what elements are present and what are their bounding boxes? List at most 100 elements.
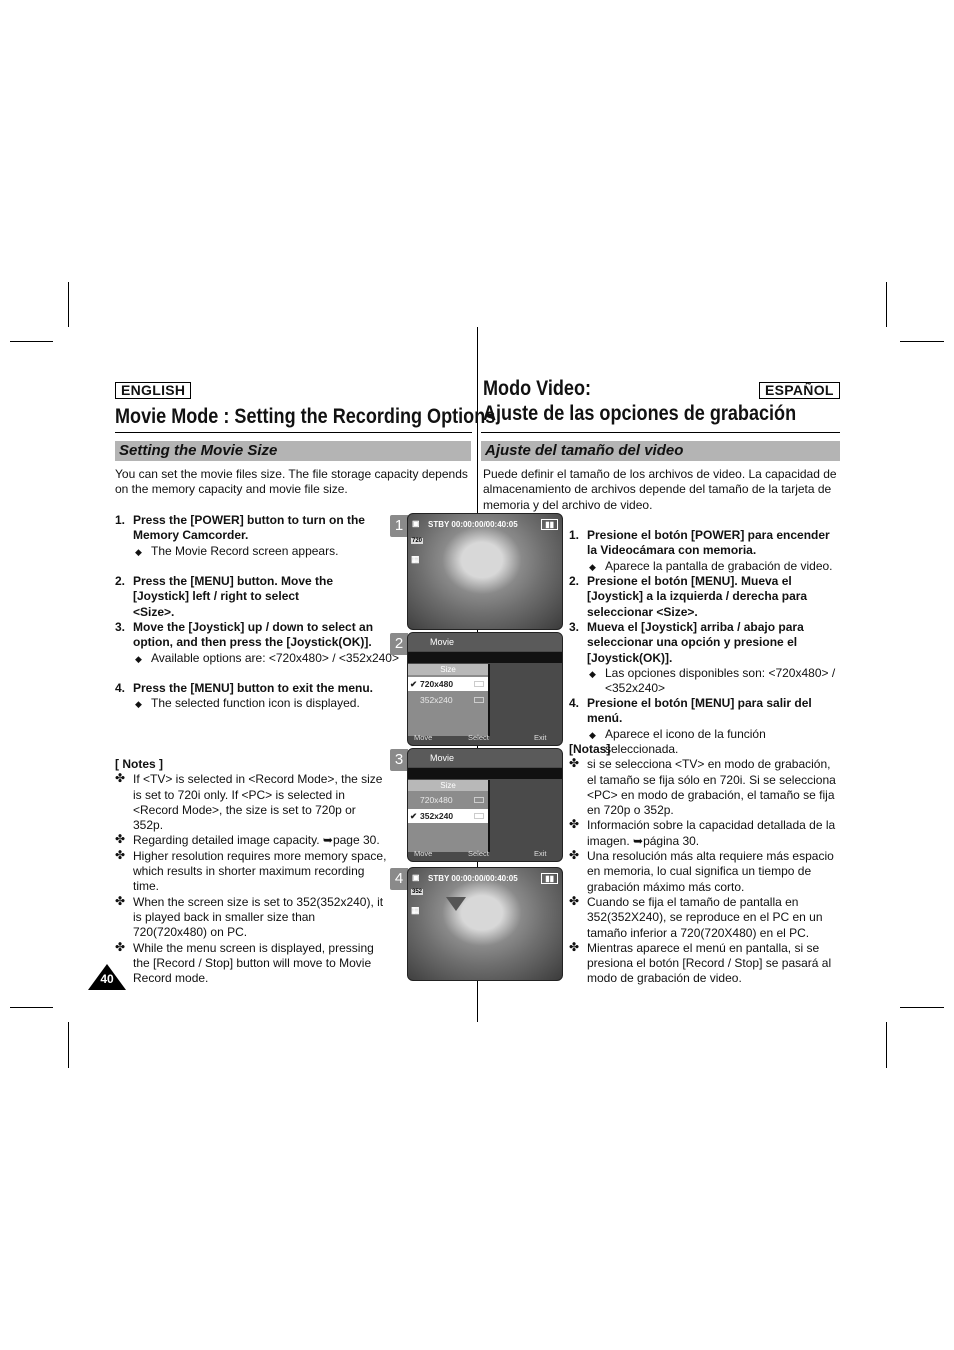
crop-mark [886, 1022, 887, 1068]
size-icon: 352 [411, 889, 424, 895]
option-720x480[interactable]: 720x480 [408, 793, 488, 807]
status-readout: STBY 00:00:00/00:40:05 [428, 520, 518, 529]
select-hint: Select [468, 849, 489, 858]
page-title-spanish-line2: Ajuste de las opciones de grabación [483, 402, 797, 425]
option-352x240[interactable]: 352x240 [408, 693, 488, 707]
header-rule [115, 432, 472, 433]
note-item: Higher resolution requires more memory s… [115, 848, 387, 895]
size-header: Size [408, 664, 488, 675]
menu-title: Movie [408, 749, 562, 767]
note-item: Mientras aparece el menú en pantalla, si… [569, 940, 841, 987]
check-icon: ✔ [410, 811, 418, 821]
screen-tab-2: 2 [390, 633, 408, 655]
step-number: 1. [115, 513, 126, 527]
battery-icon: ▮▮ [541, 519, 558, 530]
step-number: 3. [115, 620, 126, 634]
step-number: 4. [569, 696, 580, 710]
note-item: Regarding detailed image capacity. ➥page… [115, 832, 387, 848]
size-icon: 720 [411, 538, 424, 544]
crop-mark [68, 282, 69, 327]
screen-tab-4: 4 [390, 868, 408, 890]
camera-icon: ▣ [412, 873, 420, 882]
step-bullet: The selected function icon is displayed. [133, 696, 405, 713]
size-panel: Size 720x480 ✔ 352x240 [408, 780, 490, 852]
size-header: Size [408, 780, 488, 791]
size-panel: Size ✔ 720x480 352x240 [408, 664, 490, 736]
page-number: 40 [100, 972, 114, 986]
note-item: Cuando se fija el tamaño de pantalla en … [569, 894, 841, 941]
note-item: Una resolución más alta requiere más esp… [569, 848, 841, 895]
note-item: If <TV> is selected in <Record Mode>, th… [115, 771, 387, 833]
crop-mark [10, 1007, 53, 1008]
battery-icon: ▮▮ [541, 873, 558, 884]
option-720x480[interactable]: ✔ 720x480 [408, 677, 488, 691]
notes-heading: [ Notes ] [115, 757, 163, 771]
step-text: Move the [Joystick] up / down to select … [133, 620, 374, 650]
crop-mark [10, 341, 53, 342]
step-number: 4. [115, 681, 126, 695]
screen-menu-720-selected: Movie Size ✔ 720x480 352x240 Move Select … [407, 632, 563, 746]
section-heading-spanish: Ajuste del tamaño del video [481, 441, 840, 461]
move-hint: Move [414, 733, 433, 742]
step-bullet: Aparece la pantalla de grabación de vide… [587, 559, 841, 576]
option-label: 352x240 [420, 695, 453, 705]
step-bullet: The Movie Record screen appears. [133, 544, 377, 561]
pointer-arrow-icon [446, 897, 466, 911]
step-text: Presione el botón [MENU]. Mueva el [Joys… [587, 574, 808, 619]
step-2-english: 2. Press the [MENU] button. Move the [Jo… [115, 574, 405, 620]
screen-record-720: ▣ STBY 00:00:00/00:40:05 ▮▮ 720 ▦ [407, 513, 563, 630]
camera-icon: ▣ [412, 519, 420, 528]
step-1-english: 1. Press the [POWER] button to turn on t… [115, 513, 377, 561]
menu-icon-row [408, 768, 562, 779]
option-label: 720x480 [420, 679, 454, 689]
step-4-english: 4. Press the [MENU] button to exit the m… [115, 681, 405, 713]
step-number: 2. [569, 574, 580, 588]
menu-footer: Move Select Exit [408, 731, 562, 745]
crop-mark [900, 1007, 944, 1008]
step-1-spanish: 1. Presione el botón [POWER] para encend… [569, 528, 841, 576]
page-title-english: Movie Mode : Setting the Recording Optio… [115, 405, 496, 428]
size-icon [474, 681, 484, 687]
crop-mark [68, 1022, 69, 1068]
option-label: 720x480 [420, 795, 453, 805]
intro-text-spanish: Puede definir el tamaño de los archivos … [483, 467, 837, 512]
exit-hint: Exit [534, 849, 547, 858]
option-352x240[interactable]: ✔ 352x240 [408, 809, 488, 823]
check-icon: ✔ [410, 679, 418, 689]
step-text: Presione el botón [MENU] para salir del … [587, 696, 812, 726]
step-2-spanish: 2. Presione el botón [MENU]. Mueva el [J… [569, 574, 841, 620]
size-icon [474, 797, 484, 803]
menu-title: Movie [408, 633, 562, 651]
step-text: Presione el botón [POWER] para encender … [587, 528, 830, 558]
intro-text-english: You can set the movie files size. The fi… [115, 467, 468, 497]
note-item: si se selecciona <TV> en modo de grabaci… [569, 756, 841, 818]
crop-mark [886, 282, 887, 327]
crop-mark [900, 341, 944, 342]
header-rule [481, 432, 840, 433]
step-number: 1. [569, 528, 580, 542]
step-text: Press the [MENU] button. Move the [Joyst… [133, 574, 333, 620]
status-readout: STBY 00:00:00/00:40:05 [428, 874, 518, 883]
page-title-spanish-line1: Modo Video: [483, 377, 592, 400]
language-badge-english: ENGLISH [115, 382, 192, 399]
language-badge-spanish: ESPAÑOL [759, 382, 840, 399]
step-number: 2. [115, 574, 126, 588]
step-3-english: 3. Move the [Joystick] up / down to sele… [115, 620, 405, 668]
notes-heading: [Notas] [569, 742, 611, 756]
section-heading-english: Setting the Movie Size [115, 441, 471, 461]
quality-icon: ▦ [411, 554, 420, 564]
notes-english: [ Notes ] If <TV> is selected in <Record… [115, 757, 387, 986]
step-bullet: Las opciones disponibles son: <720x480> … [587, 666, 841, 697]
menu-footer: Move Select Exit [408, 847, 562, 861]
note-item: Información sobre la capacidad detallada… [569, 817, 841, 849]
step-text: Press the [MENU] button to exit the menu… [133, 681, 374, 695]
step-bullet: Available options are: <720x480> / <352x… [133, 651, 405, 668]
screen-tab-3: 3 [390, 749, 408, 771]
step-text: Mueva el [Joystick] arriba / abajo para … [587, 620, 804, 665]
note-item: When the screen size is set to 352(352x2… [115, 894, 387, 941]
note-item: While the menu screen is displayed, pres… [115, 940, 387, 987]
option-label: 352x240 [420, 811, 454, 821]
select-hint: Select [468, 733, 489, 742]
exit-hint: Exit [534, 733, 547, 742]
screen-menu-352-selected: Movie Size 720x480 ✔ 352x240 Move Select … [407, 748, 563, 862]
